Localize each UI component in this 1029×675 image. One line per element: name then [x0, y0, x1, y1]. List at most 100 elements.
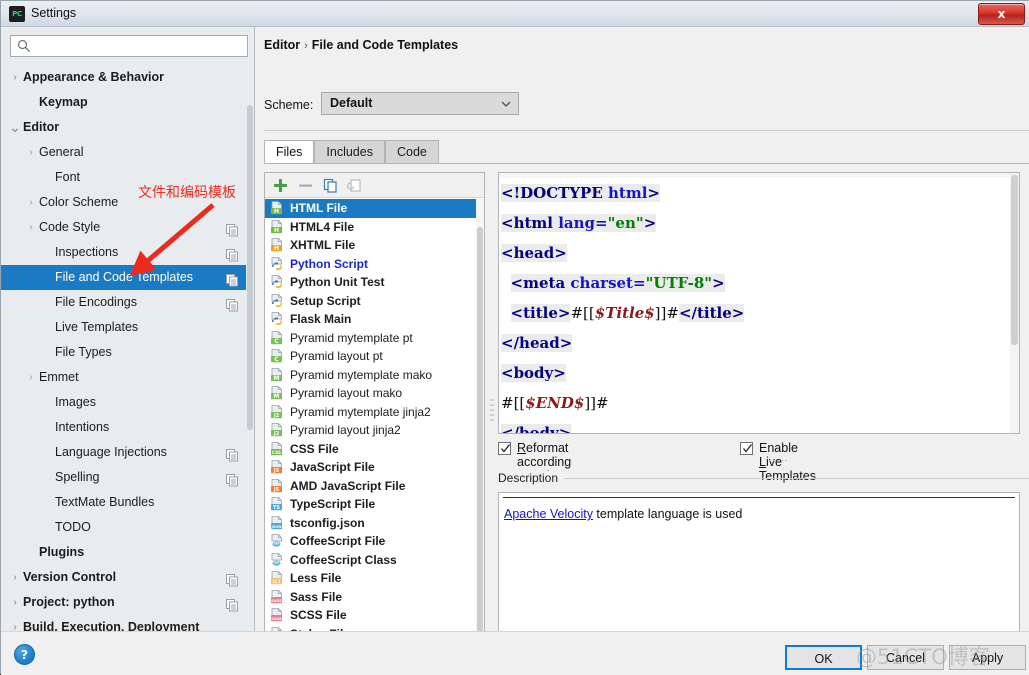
template-tabs[interactable]: Files Includes Code [264, 140, 439, 164]
template-list-item[interactable]: Setup Script [265, 292, 477, 311]
copy-settings-icon [226, 446, 239, 462]
chevron-right-icon[interactable]: › [25, 190, 37, 215]
remove-template-button[interactable] [297, 177, 314, 194]
cancel-button[interactable]: Cancel [867, 645, 944, 670]
template-list-item[interactable]: {L} Less File [265, 569, 477, 588]
template-list-item[interactable]: H HTML4 File [265, 218, 477, 237]
template-list-item[interactable]: Python Script [265, 255, 477, 274]
svg-text:CSS: CSS [272, 449, 281, 454]
tab-files[interactable]: Files [264, 140, 315, 164]
sidebar-item-editor[interactable]: ⌄ Editor [1, 115, 247, 140]
template-list-item[interactable]: H XHTML File [265, 236, 477, 255]
sidebar-item-label: Project: python [23, 595, 115, 609]
code-token: $Title$ [594, 304, 655, 322]
template-list[interactable]: H HTML File H HTML4 File H XHTML File Python S… [265, 199, 477, 650]
sidebar-item-file-types[interactable]: File Types [1, 340, 247, 365]
reset-template-button[interactable] [346, 177, 364, 194]
sidebar-item-file-and-code-templates[interactable]: File and Code Templates [1, 265, 247, 290]
sidebar-item-spelling[interactable]: Spelling [1, 465, 247, 490]
sidebar-scrollbar-thumb[interactable] [247, 105, 253, 430]
tab-includes[interactable]: Includes [314, 140, 385, 164]
template-code-editor[interactable]: <!DOCTYPE html> <html lang="en"> <head> <m… [498, 172, 1020, 434]
sidebar-item-inspections[interactable]: Inspections [1, 240, 247, 265]
sidebar-item-file-encodings[interactable]: File Encodings [1, 290, 247, 315]
template-list-item[interactable]: SASS Sass File [265, 588, 477, 607]
chevron-right-icon[interactable]: › [9, 565, 21, 590]
code-line: </head> [501, 328, 1013, 358]
panel-splitter[interactable] [488, 172, 496, 651]
template-code-text[interactable]: <!DOCTYPE html> <html lang="en"> <head> <m… [501, 178, 1013, 433]
template-list-item[interactable]: TS TypeScript File [265, 495, 477, 514]
add-template-button[interactable] [272, 177, 289, 194]
template-list-item[interactable]: Flask Main [265, 310, 477, 329]
template-list-item-label: SCSS File [290, 608, 347, 622]
sidebar-scrollbar-track[interactable] [246, 65, 254, 631]
template-list-item[interactable]: CSS CSS File [265, 440, 477, 459]
template-list-item[interactable]: J2 Pyramid layout jinja2 [265, 421, 477, 440]
template-list-item[interactable]: SASS SCSS File [265, 606, 477, 625]
template-list-item[interactable]: JS JavaScript File [265, 458, 477, 477]
chevron-right-icon[interactable]: › [9, 65, 21, 90]
sidebar-item-plugins[interactable]: Plugins [1, 540, 247, 565]
template-list-item[interactable]: M Pyramid mytemplate mako [265, 366, 477, 385]
sidebar-item-appearance-behavior[interactable]: › Appearance & Behavior [1, 65, 247, 90]
editor-scrollbar-thumb[interactable] [1011, 175, 1018, 345]
breadcrumb-parent[interactable]: Editor [264, 38, 300, 52]
template-list-scrollbar-track[interactable] [476, 199, 484, 650]
search-input[interactable] [10, 35, 248, 57]
apache-velocity-link[interactable]: Apache Velocity [504, 507, 593, 521]
chameleon-file-icon: C [270, 330, 284, 345]
chevron-right-icon[interactable]: › [25, 140, 37, 165]
chevron-down-icon[interactable]: ⌄ [9, 115, 21, 140]
sidebar-item-intentions[interactable]: Intentions [1, 415, 247, 440]
template-list-item[interactable]: C Pyramid mytemplate pt [265, 329, 477, 348]
apply-button[interactable]: Apply [949, 645, 1026, 670]
template-list-scrollbar-thumb[interactable] [477, 227, 483, 632]
svg-text:H: H [274, 226, 279, 233]
chevron-right-icon[interactable]: › [25, 365, 37, 390]
sidebar-item-todo[interactable]: TODO [1, 515, 247, 540]
template-list-item[interactable]: H HTML File [265, 199, 477, 218]
template-list-item[interactable]: J2 Pyramid mytemplate jinja2 [265, 403, 477, 422]
sidebar-item-code-style[interactable]: › Code Style [1, 215, 247, 240]
sidebar-item-live-templates[interactable]: Live Templates [1, 315, 247, 340]
editor-scrollbar-track[interactable] [1010, 173, 1019, 433]
sidebar-item-images[interactable]: Images [1, 390, 247, 415]
template-list-item[interactable]: CoffeeScript Class [265, 551, 477, 570]
chevron-right-icon[interactable]: › [9, 590, 21, 615]
scheme-dropdown[interactable]: Default [321, 92, 519, 115]
template-list-item-label: HTML File [290, 201, 348, 215]
sidebar-item-keymap[interactable]: Keymap [1, 90, 247, 115]
template-list-item[interactable]: C Pyramid layout pt [265, 347, 477, 366]
template-list-item[interactable]: M Pyramid layout mako [265, 384, 477, 403]
reformat-checkbox[interactable] [498, 442, 511, 455]
chevron-right-icon[interactable]: › [25, 215, 37, 240]
sidebar-item-general[interactable]: › General [1, 140, 247, 165]
settings-tree[interactable]: › Appearance & Behavior Keymap ⌄ Editor › Gene… [1, 65, 247, 631]
chameleon-file-icon: C [270, 349, 284, 363]
tab-code[interactable]: Code [384, 140, 439, 164]
sidebar-item-version-control[interactable]: › Version Control [1, 565, 247, 590]
sidebar-item-label: Language Injections [55, 445, 167, 459]
chevron-right-icon[interactable]: › [9, 615, 21, 631]
sidebar-item-build-execution-deployment[interactable]: › Build, Execution, Deployment [1, 615, 247, 631]
template-list-item[interactable]: Python Unit Test [265, 273, 477, 292]
live-templates-checkbox[interactable] [740, 442, 753, 455]
help-button[interactable]: ? [14, 644, 35, 665]
settings-dialog: PC Settings x › Appearance & Behavior Keym… [0, 0, 1029, 675]
js-file-icon: JS [270, 478, 284, 493]
template-list-item[interactable]: JS AMD JavaScript File [265, 477, 477, 496]
copy-template-button[interactable] [322, 177, 339, 194]
code-line: <html lang="en"> [501, 208, 1013, 238]
sidebar-item-project-python[interactable]: › Project: python [1, 590, 247, 615]
template-list-item-label: Python Unit Test [290, 275, 385, 289]
sidebar-item-textmate-bundles[interactable]: TextMate Bundles [1, 490, 247, 515]
template-list-item[interactable]: JSON tsconfig.json [265, 514, 477, 533]
description-title: Description [498, 471, 565, 485]
ok-button[interactable]: OK [785, 645, 862, 670]
close-window-button[interactable]: x [978, 3, 1025, 25]
code-token: #[[ [570, 304, 595, 322]
sidebar-item-language-injections[interactable]: Language Injections [1, 440, 247, 465]
sidebar-item-emmet[interactable]: › Emmet [1, 365, 247, 390]
template-list-item[interactable]: CoffeeScript File [265, 532, 477, 551]
